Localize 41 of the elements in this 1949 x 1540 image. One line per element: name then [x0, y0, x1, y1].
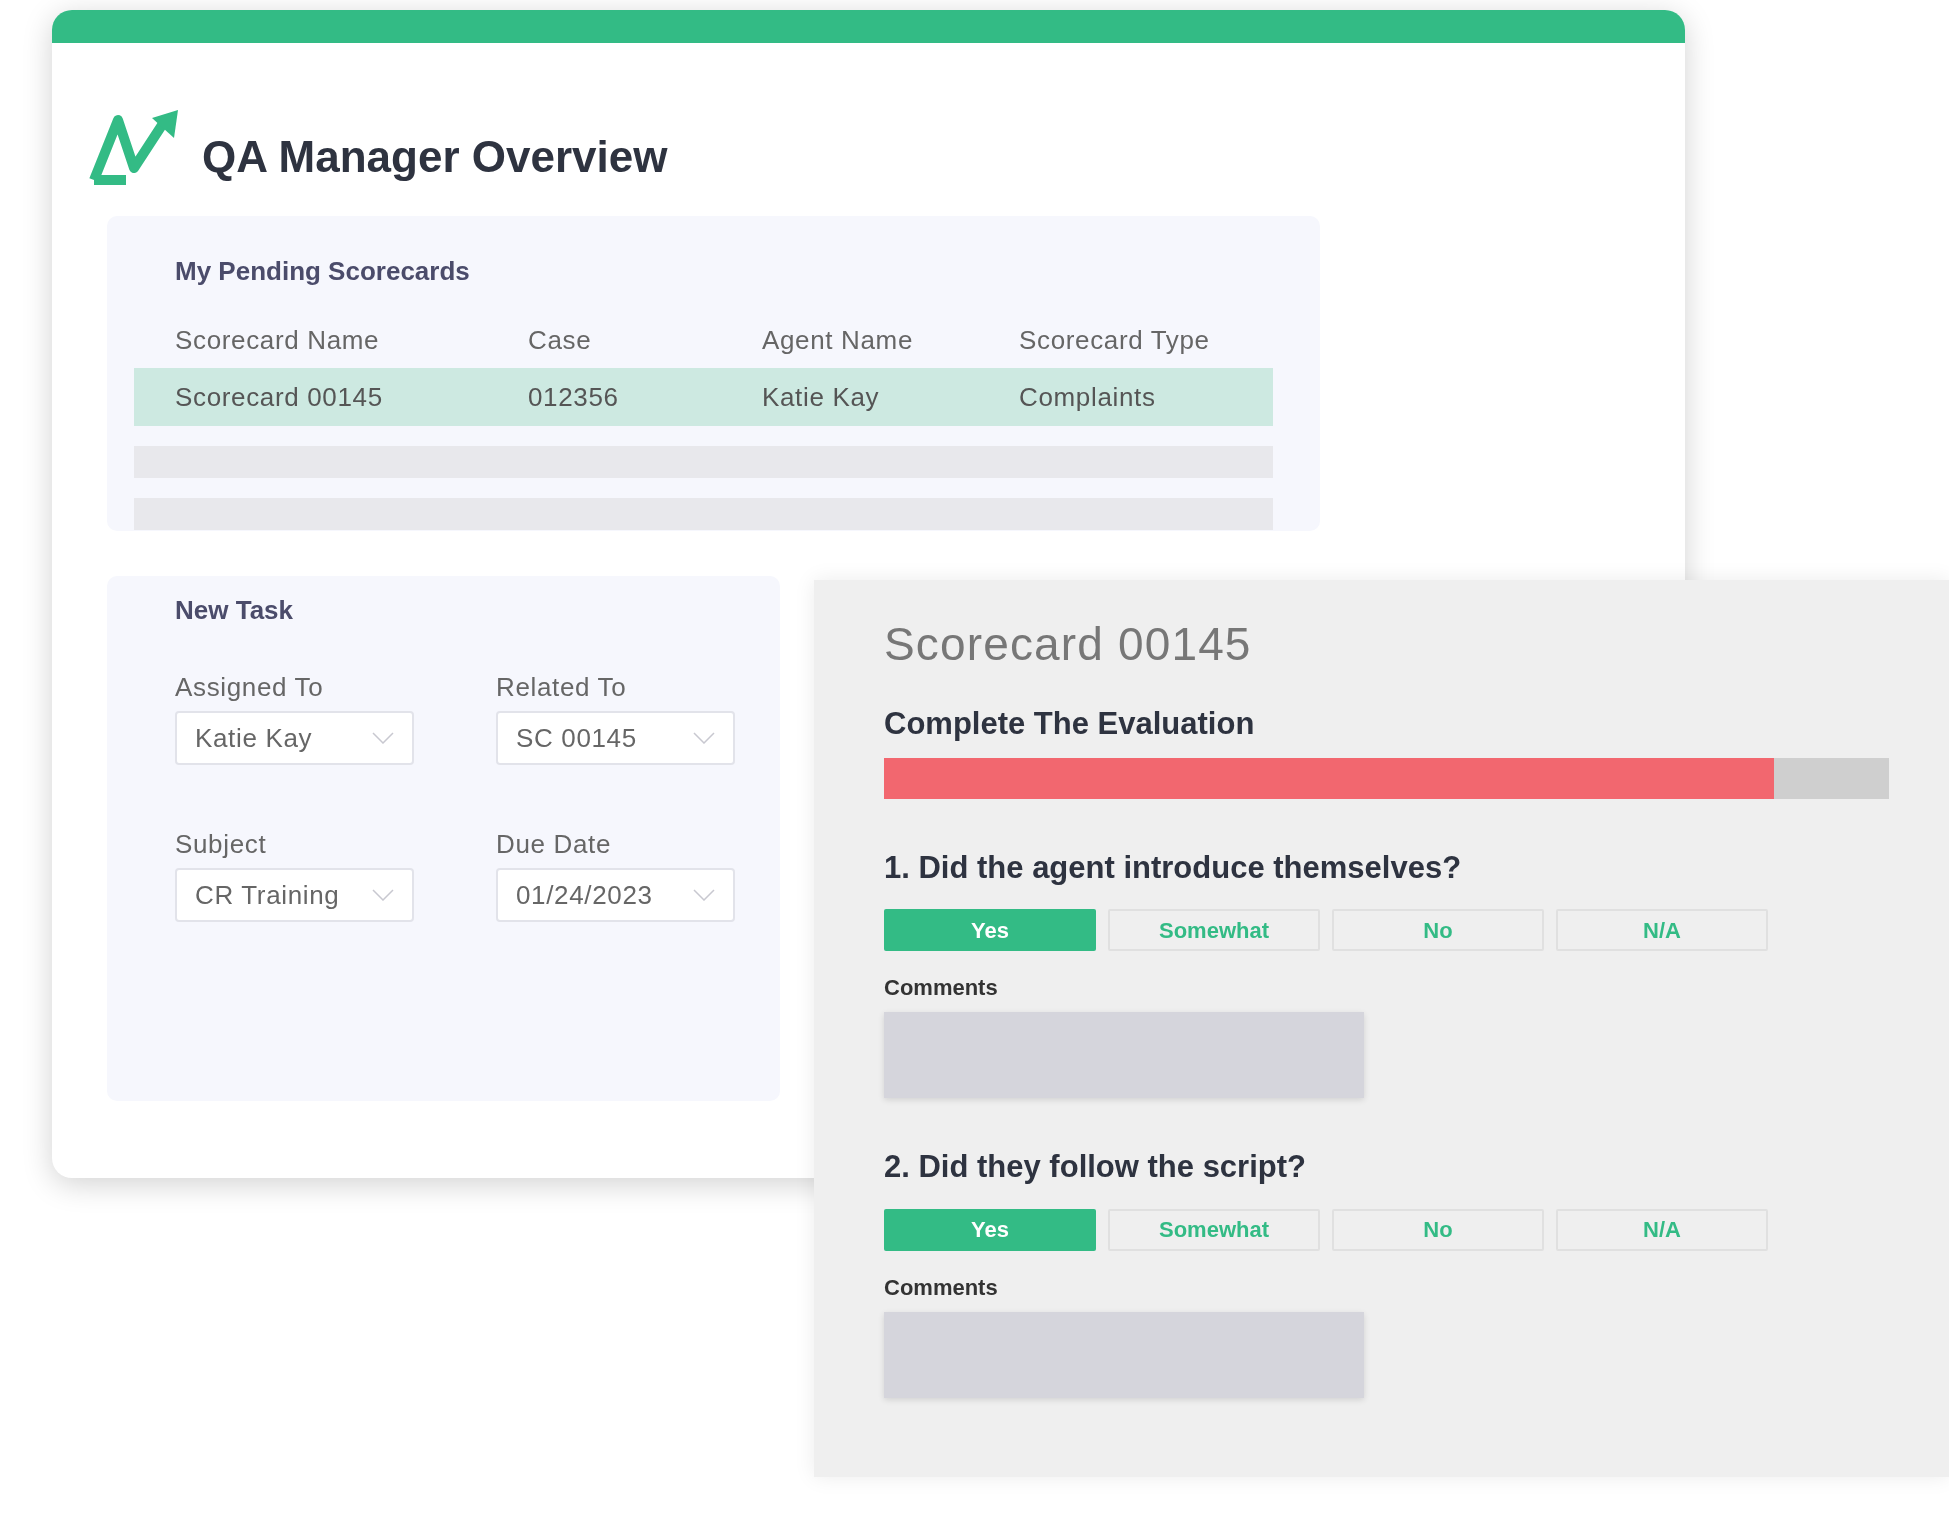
dropdown-field[interactable]: Katie Kay — [175, 711, 414, 765]
answer-option[interactable]: Yes — [884, 1208, 1096, 1251]
answer-option[interactable]: No — [1332, 1208, 1544, 1251]
progress-label: Complete The Evaluation — [884, 705, 1256, 743]
panel-title: My Pending Scorecards — [175, 255, 471, 288]
caret-icon — [372, 732, 394, 744]
answer-option[interactable]: Yes — [884, 909, 1096, 951]
answer-option[interactable]: N/A — [1556, 1208, 1768, 1251]
caret-icon — [693, 889, 715, 901]
question-text: 2. Did they follow the script? — [884, 1148, 1307, 1186]
panel-title: New Task — [175, 594, 294, 627]
dropdown-field[interactable]: SC 00145 — [496, 711, 735, 765]
column-header: Agent Name — [762, 325, 914, 355]
field-label: Assigned To — [175, 671, 325, 704]
comments-field[interactable] — [884, 1311, 1364, 1398]
answer-option[interactable]: Somewhat — [1108, 1208, 1320, 1251]
field-label: Related To — [496, 671, 628, 704]
column-header: Scorecard Name — [175, 325, 380, 355]
table-cell: Scorecard 00145 — [175, 381, 383, 412]
column-header: Case — [528, 325, 592, 355]
caret-icon — [372, 889, 394, 901]
page-title: QA Manager Overview — [202, 131, 668, 183]
answer-option[interactable]: Somewhat — [1108, 909, 1320, 951]
table-cell: Katie Kay — [762, 381, 880, 412]
answer-option[interactable]: No — [1332, 909, 1544, 951]
table-cell: 012356 — [528, 381, 619, 412]
table-row[interactable]: Scorecard 00145 012356 Katie Kay Complaints — [134, 368, 1273, 426]
comments-label: Comments — [884, 974, 999, 1002]
column-header: Scorecard Type — [1019, 325, 1210, 355]
answer-option[interactable]: N/A — [1556, 909, 1768, 951]
comments-field[interactable] — [884, 1012, 1364, 1098]
comments-label: Comments — [884, 1273, 999, 1302]
field-label: Subject — [175, 828, 268, 861]
dropdown-field[interactable]: CR Training — [175, 868, 414, 922]
scorecard-title: Scorecard 00145 — [884, 617, 1253, 672]
field-label: Due Date — [496, 828, 613, 861]
caret-icon — [693, 732, 715, 744]
table-cell: Complaints — [1019, 381, 1156, 412]
logo-icon — [88, 108, 180, 186]
dropdown-field[interactable]: 01/24/2023 — [496, 868, 735, 922]
question-text: 1. Did the agent introduce themselves? — [884, 848, 1463, 887]
